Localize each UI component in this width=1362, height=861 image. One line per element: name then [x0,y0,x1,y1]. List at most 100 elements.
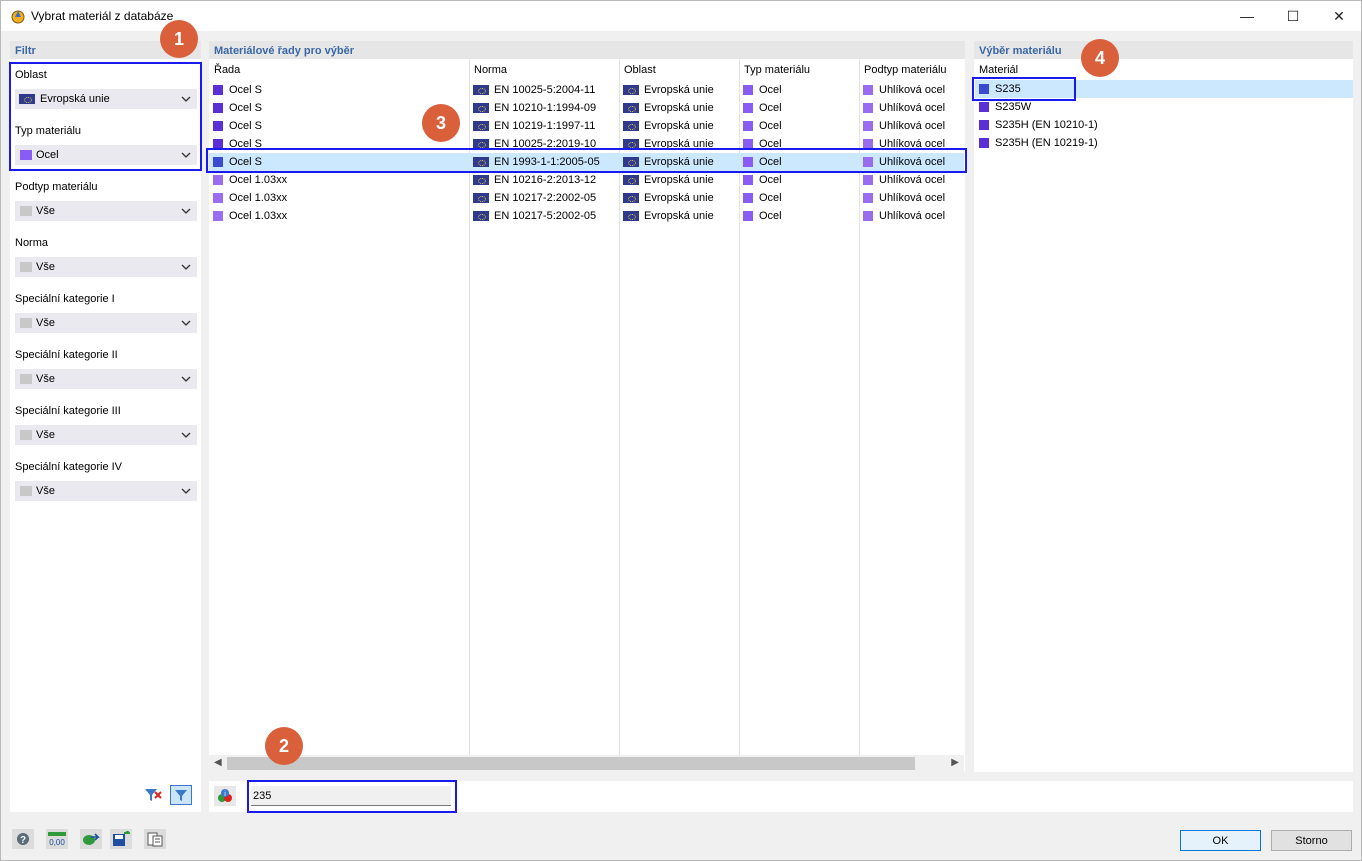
cell-podtyp: Uhlíková ocel [879,174,946,186]
column-header-material[interactable]: Materiál [979,64,1018,76]
cell-rada: Ocel 1.03xx [229,192,288,204]
filter-label: Podtyp materiálu [15,181,98,193]
material-info-button[interactable]: i [214,786,236,806]
filter-dropdown[interactable]: Vše [15,369,197,389]
cell-typ: Ocel [759,210,782,222]
filter-label: Speciální kategorie II [15,349,118,361]
chevron-down-icon[interactable] [181,486,191,496]
eu-flag-icon [623,175,639,185]
cell-rada: Ocel 1.03xx [229,174,288,186]
minimize-button[interactable]: — [1224,1,1270,31]
filter-dropdown[interactable]: Vše [15,481,197,501]
material-subtype-icon [863,121,873,131]
color-swatch-icon [20,206,32,216]
material-type-icon [743,175,753,185]
series-color-icon [213,193,223,203]
help-icon: ? [17,833,29,846]
material-type-icon [743,193,753,203]
chevron-down-icon[interactable] [181,262,191,272]
list-item[interactable]: S235H (EN 10210-1) [975,116,1353,134]
scroll-right-icon[interactable]: ▶ [951,757,959,768]
title-bar: Vybrat materiál z databáze — ☐ ✕ [1,1,1361,31]
material-type-icon [743,103,753,113]
cancel-button[interactable]: Storno [1271,830,1352,851]
save-icon [113,831,130,846]
column-header-podtyp[interactable]: Podtyp materiálu [864,64,947,76]
window-title: Vybrat materiál z databáze [31,9,174,23]
chevron-down-icon[interactable] [181,374,191,384]
color-swatch-icon [20,374,32,384]
table-row[interactable]: Ocel 1.03xx EN 10217-5:2002-05 Evropská un… [209,207,964,225]
column-header-oblast[interactable]: Oblast [624,64,656,76]
filter-group: Speciální kategorie III Vše [15,405,202,445]
highlight-search-box [247,780,457,813]
filter-dropdown[interactable]: Vše [15,201,197,221]
column-header-rada[interactable]: Řada [214,64,240,76]
filter-group: Speciální kategorie II Vše [15,349,202,389]
cell-oblast: Evropská unie [644,192,714,204]
cell-typ: Ocel [759,192,782,204]
color-swatch-icon [20,262,32,272]
cell-podtyp: Uhlíková ocel [879,210,946,222]
chevron-down-icon[interactable] [181,430,191,440]
chevron-down-icon[interactable] [181,318,191,328]
close-button[interactable]: ✕ [1316,1,1362,31]
clear-filter-button[interactable] [142,785,164,805]
cell-typ: Ocel [759,102,782,114]
chevron-down-icon[interactable] [181,206,191,216]
filter-group: Podtyp materiálu Vše [15,181,202,221]
eu-flag-icon [473,85,489,95]
table-row[interactable]: Ocel 1.03xx EN 10217-2:2002-05 Evropská un… [209,189,964,207]
apply-filter-button[interactable] [170,785,192,805]
svg-text:0,00: 0,00 [49,838,65,847]
column-header-typ[interactable]: Typ materiálu [744,64,810,76]
cell-norma: EN 10216-2:2013-12 [494,174,597,186]
scroll-left-icon[interactable]: ◀ [214,757,222,768]
list-item[interactable]: S235H (EN 10219-1) [975,134,1353,152]
filter-dropdown[interactable]: Vše [15,425,197,445]
cell-podtyp: Uhlíková ocel [879,192,946,204]
cell-podtyp: Uhlíková ocel [879,84,946,96]
table-row[interactable]: Ocel S EN 10210-1:1994-09 Evropská unie Oce… [209,99,964,117]
maximize-button[interactable]: ☐ [1270,1,1316,31]
series-color-icon [213,175,223,185]
cell-rada: Ocel S [229,120,263,132]
scrollbar-thumb[interactable] [227,757,915,770]
eu-flag-icon [473,211,489,221]
cell-norma: EN 10025-5:2004-11 [494,84,596,96]
units-button[interactable]: 0,00 [46,829,68,849]
filter-icon [175,790,187,801]
cell-rada: Ocel 1.03xx [229,210,288,222]
filter-label: Speciální kategorie IV [15,461,123,473]
color-swatch-icon [20,486,32,496]
table-row[interactable]: Ocel S EN 10219-1:1997-11 Evropská unie Oce… [209,117,964,135]
series-header: Materiálové řady pro výběr [209,41,965,59]
material-name: S235W [995,101,1032,113]
filter-dropdown-value: Vše [36,429,55,441]
library-button[interactable] [144,829,166,849]
table-row[interactable]: Ocel 1.03xx EN 10216-2:2013-12 Evropská un… [209,171,964,189]
dialog-window: Vybrat materiál z databáze — ☐ ✕ Filtr O… [0,0,1362,861]
cell-oblast: Evropská unie [644,84,714,96]
help-button[interactable]: ? [12,829,34,849]
eu-flag-icon [623,85,639,95]
series-color-icon [213,103,223,113]
eu-flag-icon [473,175,489,185]
filter-dropdown[interactable]: Vše [15,257,197,277]
cell-typ: Ocel [759,174,782,186]
table-row[interactable]: Ocel S EN 10025-5:2004-11 Evropská unie Oce… [209,81,964,99]
material-subtype-icon [863,193,873,203]
callout-badge-4: 4 [1081,39,1119,77]
filter-dropdown-value: Vše [36,373,55,385]
horizontal-scrollbar[interactable]: ◀ ▶ [209,755,964,772]
ok-button[interactable]: OK [1180,830,1261,851]
save-button[interactable] [110,829,132,849]
highlight-filter-box [9,62,202,171]
material-name: S235H (EN 10219-1) [995,137,1098,149]
cell-norma: EN 10217-2:2002-05 [494,192,597,204]
column-header-norma[interactable]: Norma [474,64,507,76]
callout-badge-2: 2 [265,727,303,765]
highlight-material-box [972,77,1076,101]
import-button[interactable] [80,829,102,849]
filter-dropdown[interactable]: Vše [15,313,197,333]
